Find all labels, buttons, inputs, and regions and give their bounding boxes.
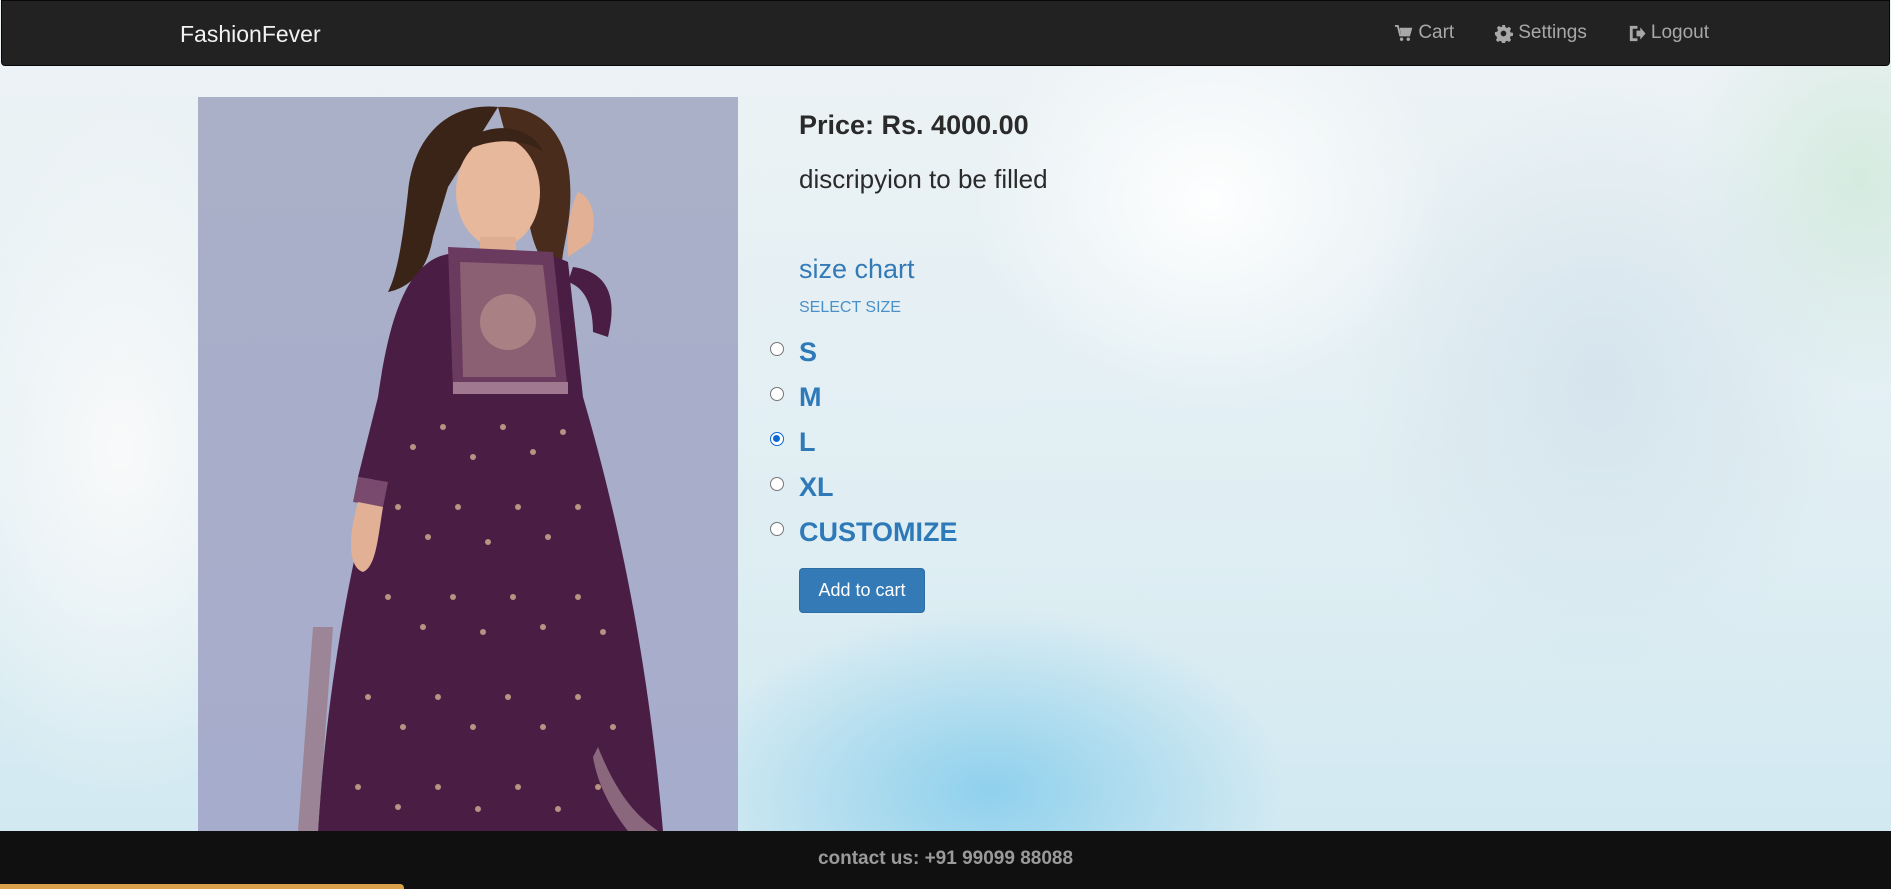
cart-icon — [1395, 24, 1413, 41]
footer: contact us: +91 99099 88088 — [0, 831, 1891, 889]
select-size-label: SELECT SIZE — [799, 299, 901, 316]
size-option-xl: XL — [770, 472, 958, 517]
size-label-m[interactable]: M — [799, 382, 822, 412]
nav-cart-link[interactable]: Cart — [1394, 22, 1454, 44]
size-option-customize: CUSTOMIZE — [770, 517, 958, 562]
size-label-l[interactable]: L — [799, 427, 816, 457]
gear-icon — [1495, 24, 1514, 43]
dress-model-image — [298, 106, 663, 831]
product-price: Price: Rs. 4000.00 — [799, 110, 1029, 140]
product-image — [198, 97, 738, 831]
size-label-customize[interactable]: CUSTOMIZE — [799, 517, 958, 547]
brand-logo[interactable]: FashionFever — [180, 21, 321, 48]
size-label-xl[interactable]: XL — [799, 472, 834, 502]
size-option-m: M — [770, 382, 958, 427]
size-options: S M L XL CUSTOMIZE — [770, 337, 958, 562]
add-to-cart-button[interactable]: Add to cart — [799, 568, 925, 613]
navbar: FashionFever Cart Settings Logout — [1, 0, 1890, 66]
size-radio-m[interactable] — [770, 387, 784, 401]
size-radio-s[interactable] — [770, 342, 784, 356]
size-radio-customize[interactable] — [770, 522, 784, 536]
nav-logout-link[interactable]: Logout — [1627, 22, 1709, 44]
size-chart-link[interactable]: size chart — [799, 254, 1048, 285]
size-label-s[interactable]: S — [799, 337, 817, 367]
size-radio-l[interactable] — [770, 432, 784, 446]
product-details: Price: Rs. 4000.00 discripyion to be fil… — [799, 110, 1048, 317]
logout-icon — [1629, 25, 1646, 41]
footer-accent-bar — [0, 884, 404, 889]
nav-links: Cart Settings Logout — [1394, 22, 1709, 44]
footer-contact: contact us: +91 99099 88088 — [817, 848, 1074, 869]
size-radio-xl[interactable] — [770, 477, 784, 491]
size-option-l: L — [770, 427, 958, 472]
nav-settings-link[interactable]: Settings — [1494, 22, 1587, 44]
nav-cart-label: Cart — [1418, 22, 1455, 43]
size-option-s: S — [770, 337, 958, 382]
product-description: discripyion to be filled — [799, 164, 1048, 194]
nav-logout-label: Logout — [1650, 22, 1709, 43]
nav-settings-label: Settings — [1518, 22, 1587, 43]
